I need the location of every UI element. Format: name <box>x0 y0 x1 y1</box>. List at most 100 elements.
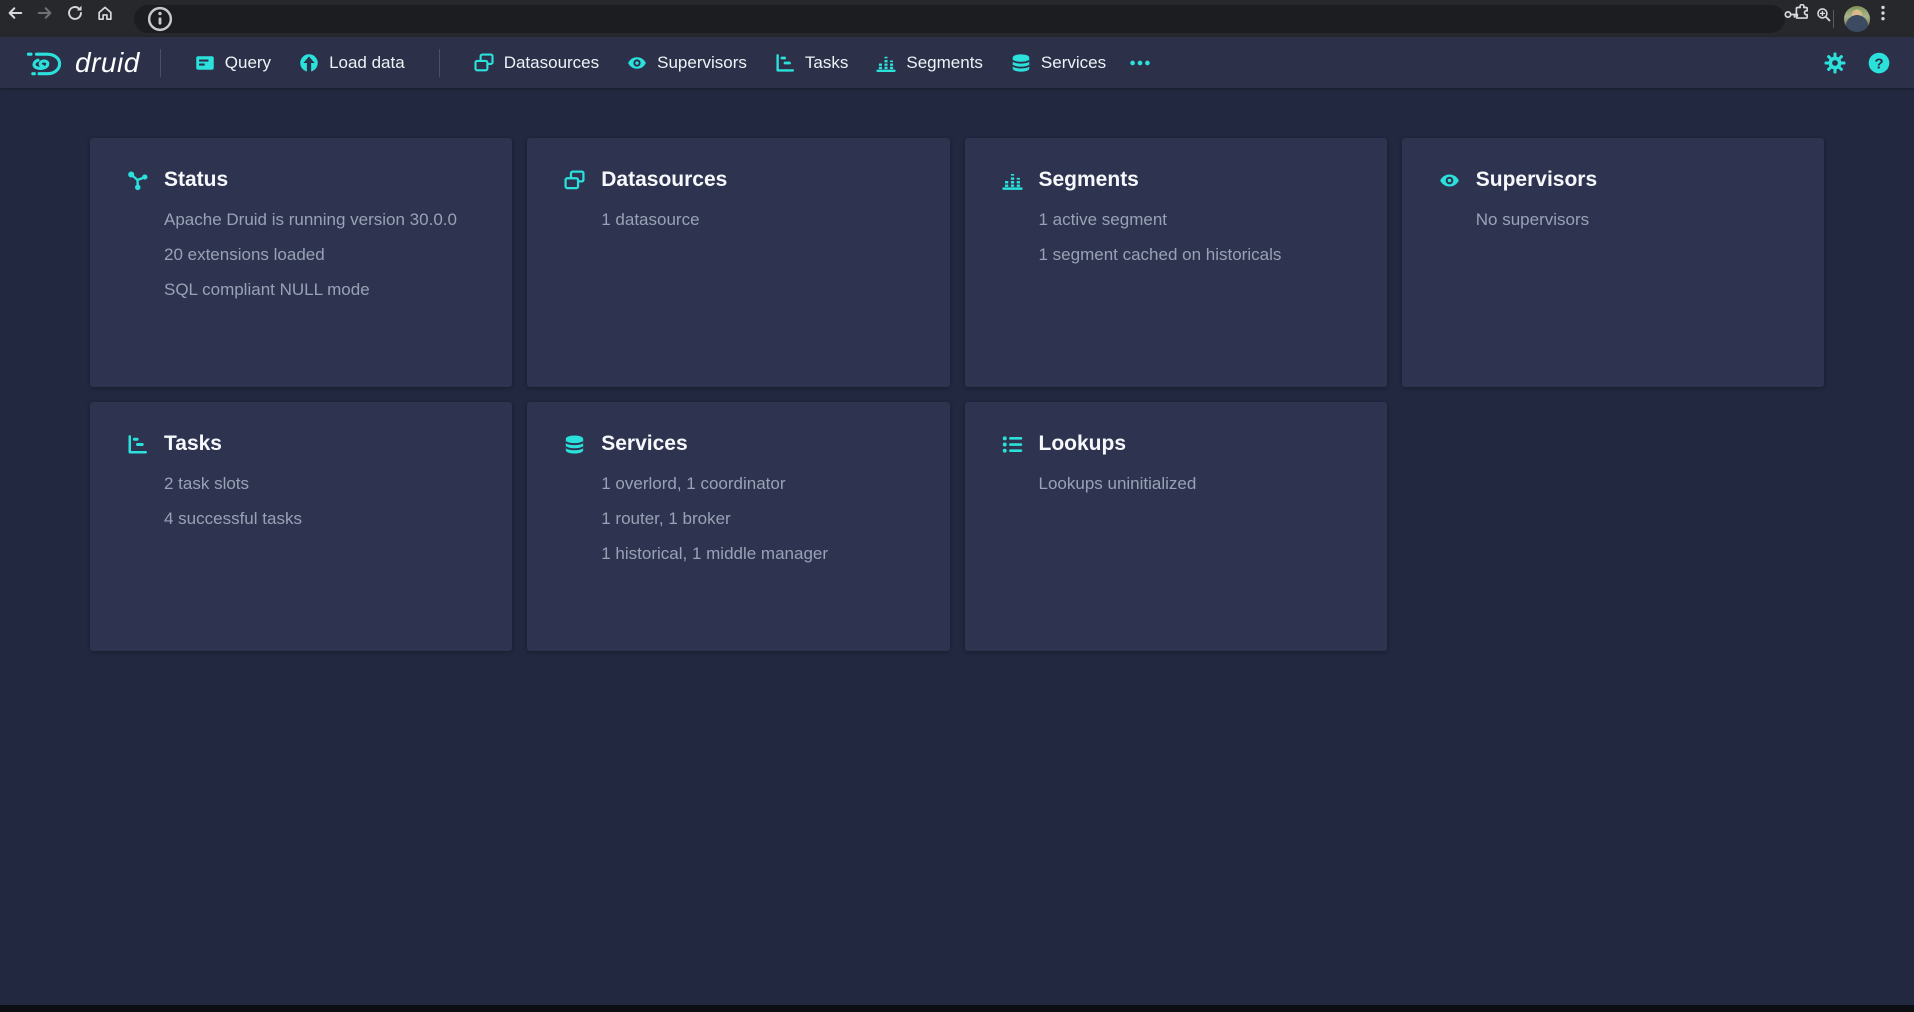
card-services[interactable]: Services 1 overlord, 1 coordinator 1 rou… <box>527 402 949 651</box>
card-body: Lookups uninitialized <box>1039 466 1359 501</box>
gantt-chart-icon <box>127 434 148 455</box>
forward-icon <box>36 4 66 34</box>
card-title: Datasources <box>601 168 727 192</box>
more-ellipsis-icon <box>1129 52 1151 74</box>
multi-panels-icon <box>474 53 494 73</box>
card-segments[interactable]: Segments 1 active segment 1 segment cach… <box>965 138 1387 387</box>
browser-menu-button[interactable] <box>1874 4 1904 34</box>
status-line: Apache Druid is running version 30.0.0 <box>164 202 484 237</box>
card-title: Status <box>164 168 228 192</box>
back-icon <box>6 4 36 34</box>
address-bar[interactable]: localhost:8888/unified-console.html <box>134 5 1785 33</box>
nav-label: Services <box>1041 53 1106 73</box>
navbar-divider <box>160 49 161 77</box>
upload-circle-icon <box>299 53 319 73</box>
card-body: 2 task slots 4 successful tasks <box>164 466 484 536</box>
browser-toolbar: localhost:8888/unified-console.html <box>0 0 1914 37</box>
card-supervisors[interactable]: Supervisors No supervisors <box>1402 138 1824 387</box>
nav-item-datasources[interactable]: Datasources <box>460 37 613 88</box>
eye-icon <box>627 53 647 73</box>
status-line: 4 successful tasks <box>164 501 484 536</box>
navbar-right: ? <box>1824 52 1896 74</box>
status-line: 1 historical, 1 middle manager <box>601 536 921 571</box>
settings-button[interactable] <box>1824 52 1846 74</box>
home-icon <box>96 4 126 34</box>
bottom-edge <box>0 1005 1914 1012</box>
help-circle-icon: ? <box>1868 52 1890 74</box>
browser-toolbar-right <box>1793 4 1904 34</box>
card-title: Tasks <box>164 432 222 456</box>
card-status[interactable]: Status Apache Druid is running version 3… <box>90 138 512 387</box>
druid-logo[interactable]: druid <box>26 47 140 79</box>
eye-icon <box>1439 170 1460 191</box>
status-line: 1 segment cached on historicals <box>1039 237 1359 272</box>
nav-item-load-data[interactable]: Load data <box>285 37 419 88</box>
graph-icon <box>127 170 148 191</box>
screen: localhost:8888/unified-console.html drui… <box>0 0 1914 1012</box>
profile-avatar[interactable] <box>1844 6 1870 32</box>
nav-item-segments[interactable]: Segments <box>862 37 997 88</box>
druid-navbar: druid Query Load data Datasources Superv… <box>0 37 1914 88</box>
status-line: 20 extensions loaded <box>164 237 484 272</box>
svg-text:?: ? <box>1874 55 1883 72</box>
navbar-divider <box>439 49 440 77</box>
stacked-chart-icon <box>1002 170 1023 191</box>
nav-more-button[interactable] <box>1120 37 1160 88</box>
multi-panels-icon <box>564 170 585 191</box>
card-body: 1 overlord, 1 coordinator 1 router, 1 br… <box>601 466 921 571</box>
status-line: 1 datasource <box>601 202 921 237</box>
forward-button[interactable] <box>36 4 66 34</box>
status-line: 1 overlord, 1 coordinator <box>601 466 921 501</box>
reload-button[interactable] <box>66 4 96 34</box>
stacked-chart-icon <box>876 53 896 73</box>
reload-icon <box>66 4 96 34</box>
card-title: Supervisors <box>1476 168 1597 192</box>
gantt-chart-icon <box>775 53 795 73</box>
gear-icon <box>1824 52 1846 74</box>
card-header: Status <box>127 168 484 192</box>
database-icon <box>1011 53 1031 73</box>
card-datasources[interactable]: Datasources 1 datasource <box>527 138 949 387</box>
nav-label: Segments <box>906 53 983 73</box>
nav-item-query[interactable]: Query <box>181 37 285 88</box>
card-header: Tasks <box>127 432 484 456</box>
nav-label: Supervisors <box>657 53 747 73</box>
nav-item-supervisors[interactable]: Supervisors <box>613 37 761 88</box>
kebab-menu-icon <box>1874 4 1904 34</box>
card-header: Supervisors <box>1439 168 1796 192</box>
nav-label: Tasks <box>805 53 848 73</box>
toolbar-divider <box>1833 10 1834 28</box>
card-title: Segments <box>1039 168 1139 192</box>
puzzle-icon <box>1793 4 1823 34</box>
card-title: Lookups <box>1039 432 1127 456</box>
status-line: SQL compliant NULL mode <box>164 272 484 307</box>
nav-item-tasks[interactable]: Tasks <box>761 37 862 88</box>
properties-icon <box>1002 434 1023 455</box>
back-button[interactable] <box>6 4 36 34</box>
card-body: 1 active segment 1 segment cached on his… <box>1039 202 1359 272</box>
druid-logo-icon <box>26 47 64 79</box>
home-dashboard: Status Apache Druid is running version 3… <box>0 88 1914 651</box>
nav-label: Load data <box>329 53 405 73</box>
status-line: 1 router, 1 broker <box>601 501 921 536</box>
card-header: Datasources <box>564 168 921 192</box>
card-lookups[interactable]: Lookups Lookups uninitialized <box>965 402 1387 651</box>
card-header: Lookups <box>1002 432 1359 456</box>
application-icon <box>195 53 215 73</box>
nav-label: Query <box>225 53 271 73</box>
card-title: Services <box>601 432 687 456</box>
card-body: No supervisors <box>1476 202 1796 237</box>
nav-label: Datasources <box>504 53 599 73</box>
card-tasks[interactable]: Tasks 2 task slots 4 successful tasks <box>90 402 512 651</box>
druid-wordmark: druid <box>75 47 140 79</box>
card-header: Services <box>564 432 921 456</box>
nav-item-services[interactable]: Services <box>997 37 1120 88</box>
help-button[interactable]: ? <box>1868 52 1890 74</box>
page-info-icon[interactable] <box>146 5 1773 33</box>
status-line: 2 task slots <box>164 466 484 501</box>
home-button[interactable] <box>96 4 126 34</box>
card-body: Apache Druid is running version 30.0.0 2… <box>164 202 484 307</box>
extensions-button[interactable] <box>1793 4 1823 34</box>
status-line: Lookups uninitialized <box>1039 466 1359 501</box>
card-header: Segments <box>1002 168 1359 192</box>
